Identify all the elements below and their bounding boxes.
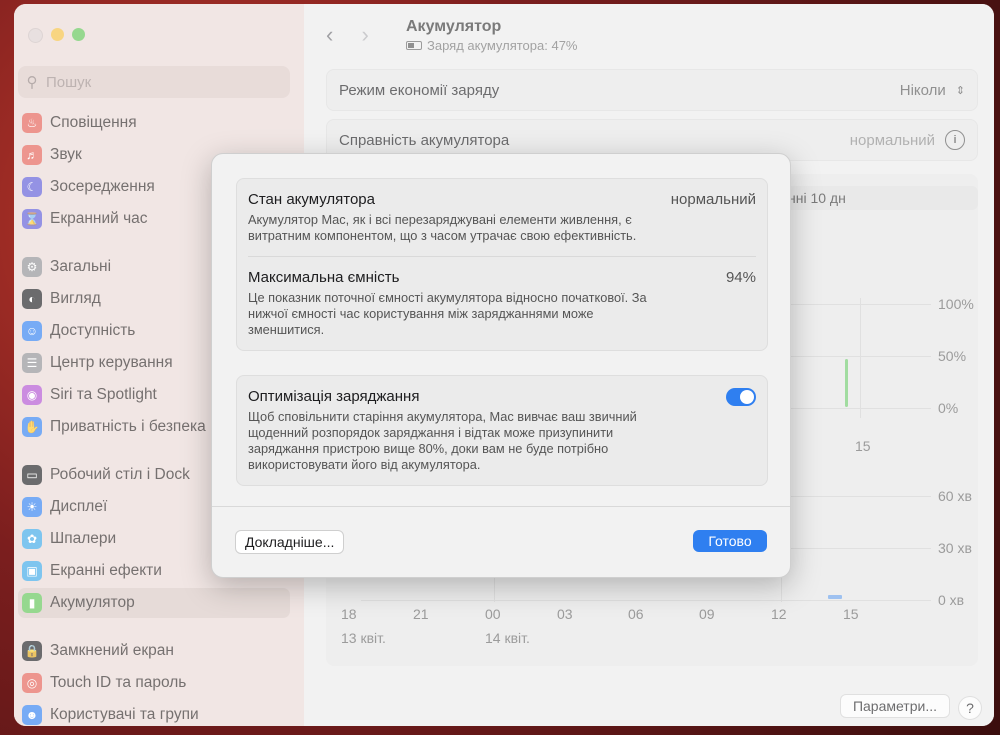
optimize-title: Оптимізація заряджання [248,388,420,405]
condition-section: Стан акумулятора нормальний Акумулятор M… [237,179,767,256]
condition-description: Акумулятор Mac, як і всі перезаряджувані… [248,212,637,243]
capacity-title: Максимальна ємність [248,269,400,286]
divider [212,506,790,507]
condition-value: нормальний [670,191,756,208]
battery-health-dialog: Стан акумулятора нормальний Акумулятор M… [211,153,791,578]
battery-info-card: Стан акумулятора нормальний Акумулятор M… [236,178,768,351]
optimize-section: Оптимізація заряджання Щоб сповільнити с… [237,376,767,485]
details-button[interactable]: Докладніше... [235,530,345,554]
optimize-description: Щоб сповільнити старіння акумулятора, Ma… [248,409,637,472]
capacity-section: Максимальна ємність 94% Це показник пото… [237,257,767,350]
done-button[interactable]: Готово [693,530,767,552]
optimize-card: Оптимізація заряджання Щоб сповільнити с… [236,375,768,486]
capacity-value: 94% [725,269,756,286]
optimize-charging-toggle[interactable] [726,388,756,406]
capacity-description: Це показник поточної ємності акумулятора… [248,290,647,337]
